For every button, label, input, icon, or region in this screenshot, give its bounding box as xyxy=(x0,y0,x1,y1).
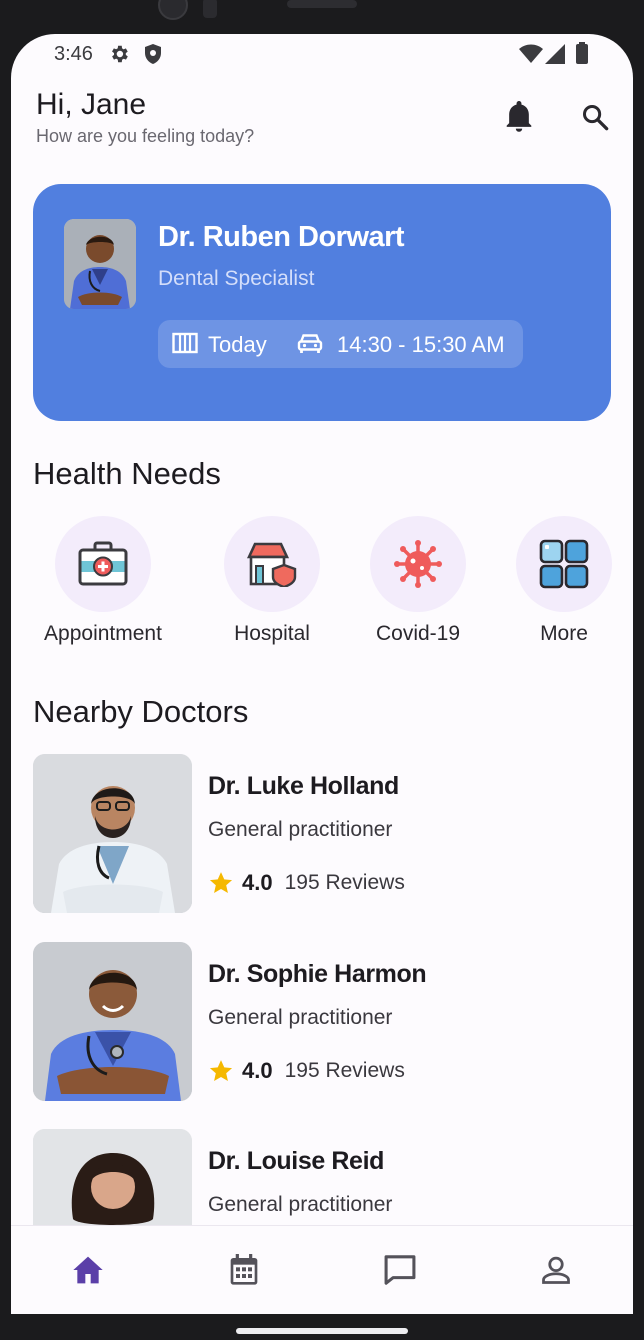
doctor-name: Dr. Sophie Harmon xyxy=(208,960,427,988)
greeting-title: Hi, Jane xyxy=(36,88,147,121)
hospital-icon xyxy=(246,542,297,587)
doctor-name: Dr. Louise Reid xyxy=(208,1147,384,1175)
doctor-card[interactable]: Dr. Luke Holland General practitioner 4.… xyxy=(33,754,613,914)
doctor-name: Dr. Luke Holland xyxy=(208,772,399,800)
bottom-navigation xyxy=(11,1225,633,1314)
star-icon xyxy=(209,1060,233,1081)
doctor-rating: 4.0 195 Reviews xyxy=(208,869,405,897)
medical-kit-icon xyxy=(78,541,128,586)
nav-calendar[interactable] xyxy=(222,1248,266,1292)
calendar-columns-icon xyxy=(172,332,198,359)
status-bar: 3:46 xyxy=(11,34,633,74)
health-need-more[interactable]: More xyxy=(489,516,633,646)
signal-icon xyxy=(545,44,565,69)
health-needs-title: Health Needs xyxy=(33,456,221,491)
upcoming-appointment-card[interactable]: Dr. Ruben Dorwart Dental Specialist Toda… xyxy=(33,184,611,421)
need-icon-circle xyxy=(55,516,151,612)
doctor-specialty: General practitioner xyxy=(208,1193,393,1216)
rating-value: 4.0 xyxy=(242,870,273,895)
appointment-doctor-specialty: Dental Specialist xyxy=(158,267,315,290)
doctor-card[interactable]: Dr. Sophie Harmon General practitioner 4… xyxy=(33,942,613,1102)
appointment-schedule-pill: Today 14:30 - 15:30 AM xyxy=(158,320,523,368)
appointment-time: 14:30 - 15:30 AM xyxy=(337,332,505,357)
home-icon xyxy=(73,1256,103,1284)
nav-messages[interactable] xyxy=(378,1248,422,1292)
appointment-doctor-photo xyxy=(64,219,136,309)
app-screen: 3:46 Hi, Jane How are you feeling today? xyxy=(11,34,633,1314)
profile-icon xyxy=(542,1256,570,1284)
nearby-doctors-title: Nearby Doctors xyxy=(33,694,249,729)
health-need-label: Hospital xyxy=(234,622,310,645)
sensor xyxy=(203,0,217,18)
need-icon-circle xyxy=(516,516,612,612)
doctor-specialty: General practitioner xyxy=(208,818,393,841)
doctor-specialty: General practitioner xyxy=(208,1006,393,1029)
review-count: 195 Reviews xyxy=(284,1059,405,1082)
health-need-covid[interactable]: Covid-19 xyxy=(343,516,493,646)
search-button[interactable] xyxy=(575,97,615,137)
greeting-subtitle: How are you feeling today? xyxy=(36,126,255,146)
health-need-label: Appointment xyxy=(44,622,162,645)
doctor-rating: 4.0 195 Reviews xyxy=(208,1057,405,1085)
rating-value: 4.0 xyxy=(242,1058,273,1083)
search-icon xyxy=(582,104,609,131)
virus-icon xyxy=(394,540,442,588)
calendar-icon xyxy=(230,1254,258,1285)
settings-gear-icon xyxy=(108,43,130,70)
chat-icon xyxy=(384,1255,416,1285)
health-need-label: Covid-19 xyxy=(375,622,461,645)
notifications-button[interactable] xyxy=(499,97,539,137)
star-icon xyxy=(209,872,233,893)
grid-icon xyxy=(539,539,589,589)
doctor-photo xyxy=(33,942,192,1101)
wifi-icon xyxy=(519,44,543,69)
nav-home[interactable] xyxy=(66,1248,110,1292)
camera-lens xyxy=(158,0,188,20)
health-need-label: More xyxy=(540,622,588,645)
battery-icon xyxy=(576,42,588,69)
nav-profile[interactable] xyxy=(534,1248,578,1292)
phone-frame: 3:46 Hi, Jane How are you feeling today? xyxy=(0,0,644,1340)
car-icon xyxy=(297,332,323,359)
need-icon-circle xyxy=(224,516,320,612)
home-indicator[interactable] xyxy=(236,1328,408,1334)
doctor-photo xyxy=(33,754,192,913)
status-time: 3:46 xyxy=(54,43,93,65)
need-icon-circle xyxy=(370,516,466,612)
earpiece-speaker xyxy=(287,0,357,8)
health-need-hospital[interactable]: Hospital xyxy=(197,516,347,646)
review-count: 195 Reviews xyxy=(284,871,405,894)
appointment-doctor-name: Dr. Ruben Dorwart xyxy=(158,221,405,253)
health-need-appointment[interactable]: Appointment xyxy=(28,516,178,646)
bell-icon xyxy=(506,101,532,132)
shield-icon xyxy=(143,43,163,70)
appointment-date: Today xyxy=(208,332,267,357)
